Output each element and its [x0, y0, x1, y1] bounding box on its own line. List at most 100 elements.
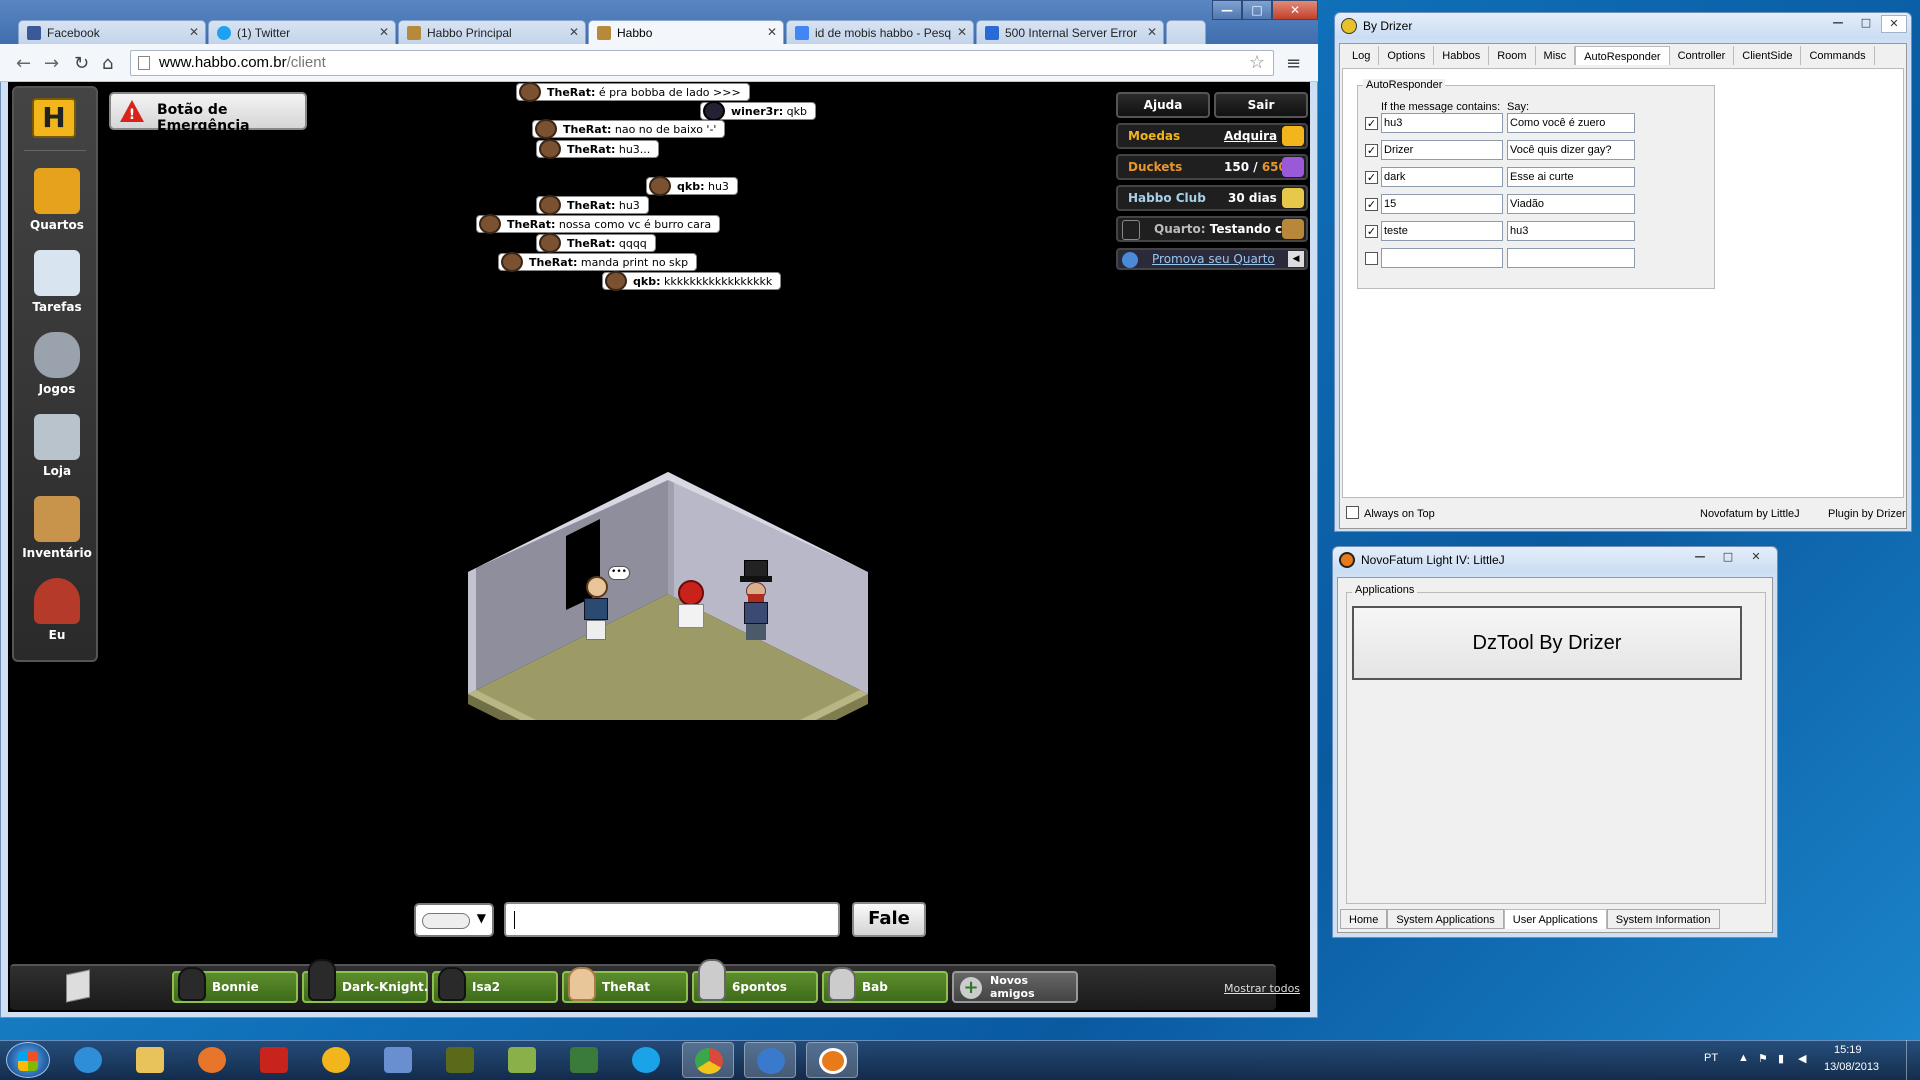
close-tab-icon[interactable]: ✕	[379, 25, 389, 39]
tab-facebook[interactable]: Facebook ✕	[18, 20, 206, 44]
taskbar-app[interactable]	[682, 1042, 734, 1078]
clock-time[interactable]: 15:19	[1834, 1044, 1862, 1056]
avatar-therat[interactable]: •••	[580, 566, 630, 642]
chat-bubble[interactable]: TheRat: qqqq	[536, 233, 656, 253]
room-view[interactable]	[458, 390, 878, 720]
reply-field[interactable]: Como você é zuero	[1507, 113, 1635, 133]
tab-commands[interactable]: Commands	[1801, 46, 1875, 65]
address-bar[interactable]: www.habbo.com.br/client ☆	[130, 50, 1274, 76]
taskbar-app[interactable]	[434, 1042, 486, 1078]
nav-tasks[interactable]: Tarefas	[14, 250, 100, 314]
taskbar-app[interactable]	[248, 1042, 300, 1078]
show-desktop-button[interactable]	[1906, 1040, 1918, 1080]
taskbar-app[interactable]	[310, 1042, 362, 1078]
taskbar-app[interactable]	[186, 1042, 238, 1078]
nav-games[interactable]: Jogos	[14, 332, 100, 396]
tab-google-search[interactable]: id de mobis habbo - Pesq ✕	[786, 20, 974, 44]
dztool-app-button[interactable]: DzTool By Drizer	[1352, 606, 1742, 680]
taskbar-app[interactable]	[806, 1042, 858, 1078]
tab-log[interactable]: Log	[1344, 46, 1380, 65]
reply-field[interactable]: Viadão	[1507, 194, 1635, 214]
tab-habbos[interactable]: Habbos	[1434, 46, 1490, 65]
close-tab-icon[interactable]: ✕	[957, 25, 967, 39]
habbo-logo-icon[interactable]: H	[32, 98, 76, 138]
nav-rooms[interactable]: Quartos	[14, 168, 100, 232]
language-indicator[interactable]: PT	[1704, 1052, 1718, 1064]
promote-link[interactable]: Promova seu Quarto	[1152, 252, 1275, 266]
help-button[interactable]: Ajuda	[1116, 92, 1210, 118]
friend-item[interactable]: TheRat	[562, 967, 688, 1003]
chat-bubble[interactable]: TheRat: nossa como vc é burro cara	[476, 214, 721, 234]
trigger-field[interactable]: teste	[1381, 221, 1503, 241]
close-tab-icon[interactable]: ✕	[189, 25, 199, 39]
maximize-button[interactable]: □	[1242, 0, 1272, 20]
avatar-dark-knight[interactable]	[738, 560, 774, 642]
reply-field[interactable]: hu3	[1507, 221, 1635, 241]
flag-icon[interactable]: ⚑	[1758, 1052, 1768, 1065]
novofatum-titlebar[interactable]: NovoFatum Light IV: LittleJ — □ ✕	[1333, 547, 1777, 573]
reload-icon[interactable]: ↻	[74, 53, 89, 74]
rule-enabled-checkbox[interactable]	[1365, 252, 1378, 265]
chat-bubble[interactable]: qkb: hu3	[646, 176, 738, 196]
chat-input[interactable]	[504, 902, 840, 937]
home-icon[interactable]: ⌂	[102, 53, 113, 74]
start-button[interactable]	[6, 1042, 50, 1078]
forward-icon[interactable]: →	[44, 53, 59, 74]
nav-shop[interactable]: Loja	[14, 414, 100, 478]
tab-twitter[interactable]: (1) Twitter ✕	[208, 20, 396, 44]
credits-buy-link[interactable]: Adquira	[1224, 129, 1277, 143]
menu-icon[interactable]: ≡	[1286, 53, 1301, 74]
network-icon[interactable]: ▮	[1778, 1052, 1784, 1065]
friend-item[interactable]: 6pontos	[692, 959, 818, 1003]
club-row[interactable]: Habbo Club 30 dias	[1116, 185, 1308, 211]
new-friends-button[interactable]: + Novos amigos	[952, 971, 1078, 1003]
show-all-friends-link[interactable]: Mostrar todos	[1224, 982, 1300, 995]
friend-item[interactable]: Dark-Knight.	[302, 959, 428, 1003]
reply-field[interactable]	[1507, 248, 1635, 268]
tab-server-error[interactable]: 500 Internal Server Error ✕	[976, 20, 1164, 44]
tab-clientside[interactable]: ClientSide	[1734, 46, 1802, 65]
rule-enabled-checkbox[interactable]: ✓	[1365, 144, 1378, 157]
minimize-button[interactable]: —	[1687, 549, 1713, 567]
taskbar-app[interactable]	[372, 1042, 424, 1078]
always-on-top-checkbox[interactable]	[1346, 506, 1359, 519]
nav-me[interactable]: Eu	[14, 578, 100, 642]
tab-user-applications[interactable]: User Applications	[1503, 909, 1607, 929]
close-window-button[interactable]: ✕	[1743, 549, 1769, 567]
close-tab-icon[interactable]: ✕	[1147, 25, 1157, 39]
collapse-icon[interactable]: ◀	[1288, 251, 1304, 267]
room-settings-icon[interactable]	[1282, 219, 1304, 239]
maximize-button[interactable]: □	[1853, 15, 1879, 33]
friends-list-icon[interactable]	[66, 969, 90, 1003]
rule-enabled-checkbox[interactable]: ✓	[1365, 117, 1378, 130]
minimize-button[interactable]: —	[1212, 0, 1242, 20]
tab-system-information[interactable]: System Information	[1606, 909, 1720, 929]
show-hidden-icons[interactable]: ▲	[1738, 1052, 1749, 1064]
tab-habbo[interactable]: Habbo ✕	[588, 20, 784, 44]
chat-bubble[interactable]: TheRat: hu3	[536, 195, 649, 215]
chat-bubble[interactable]: TheRat: manda print no skp	[498, 252, 698, 272]
minimize-button[interactable]: —	[1825, 15, 1851, 33]
tab-system-applications[interactable]: System Applications	[1387, 909, 1504, 929]
taskbar-app[interactable]	[620, 1042, 672, 1078]
reply-field[interactable]: Você quis dizer gay?	[1507, 140, 1635, 160]
emergency-button[interactable]: ! Botão de Emergência	[109, 92, 307, 134]
taskbar-app[interactable]	[62, 1042, 114, 1078]
taskbar-app[interactable]	[744, 1042, 796, 1078]
tab-room[interactable]: Room	[1489, 46, 1536, 65]
trigger-field[interactable]: Drizer	[1381, 140, 1503, 160]
chat-bubble[interactable]: TheRat: é pra bobba de lado >>>	[516, 82, 750, 102]
bookmark-star-icon[interactable]: ☆	[1249, 52, 1265, 73]
rule-enabled-checkbox[interactable]: ✓	[1365, 225, 1378, 238]
chat-bubble[interactable]: winer3r: qkb	[700, 101, 816, 121]
tab-misc[interactable]: Misc	[1536, 46, 1576, 65]
clock-date[interactable]: 13/08/2013	[1824, 1061, 1879, 1073]
close-tab-icon[interactable]: ✕	[569, 25, 579, 39]
rule-enabled-checkbox[interactable]: ✓	[1365, 171, 1378, 184]
maximize-button[interactable]: □	[1715, 549, 1741, 567]
room-info-row[interactable]: Quarto: Testando coi	[1116, 216, 1308, 242]
back-icon[interactable]: ←	[16, 53, 31, 74]
speak-button[interactable]: Fale	[852, 902, 926, 937]
drizer-titlebar[interactable]: By Drizer — □ ✕	[1335, 13, 1911, 39]
tab-options[interactable]: Options	[1379, 46, 1435, 65]
